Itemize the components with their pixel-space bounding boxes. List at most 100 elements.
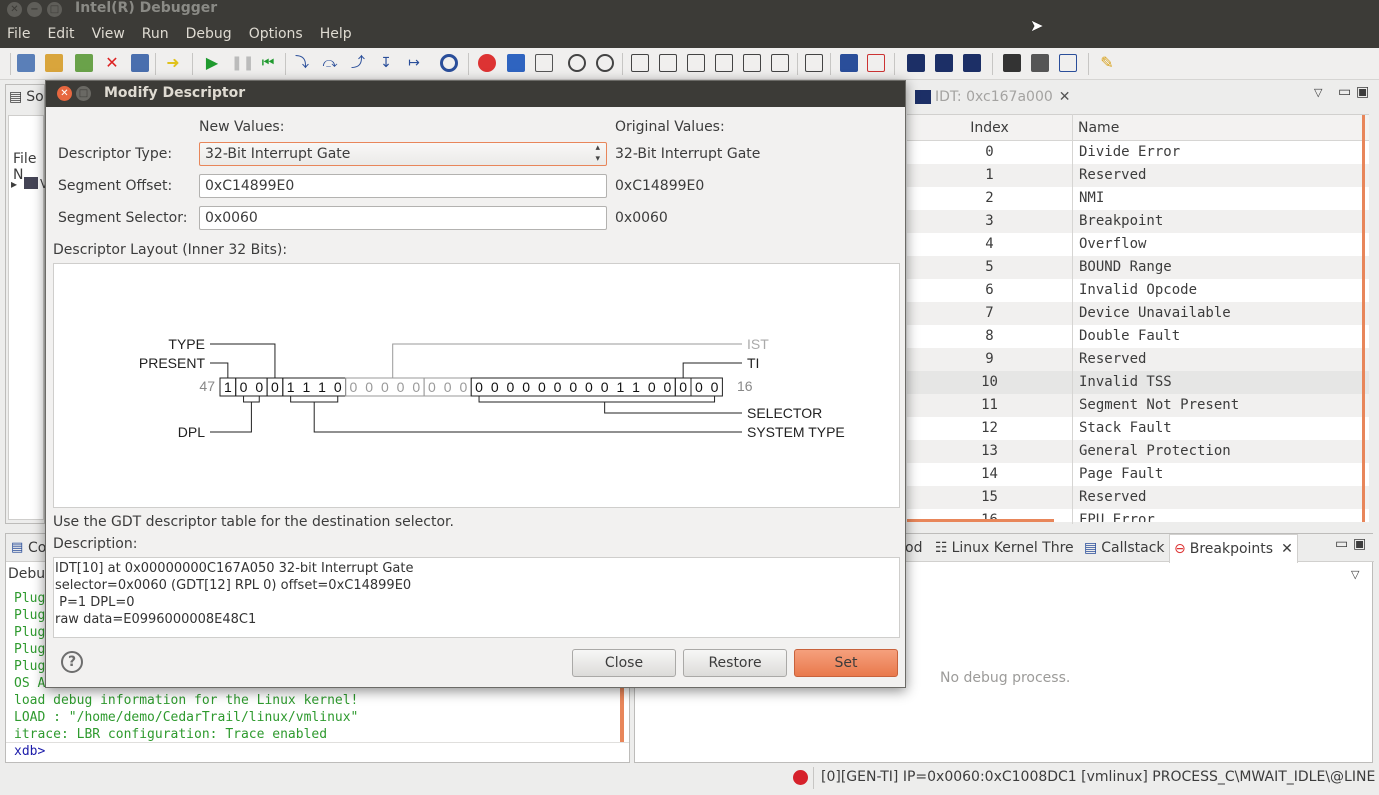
bit-value[interactable]: 1 (224, 379, 232, 395)
bit-value[interactable]: 0 (664, 379, 672, 395)
restore-button[interactable]: Restore (683, 649, 787, 677)
menu-debug[interactable]: Debug (186, 26, 232, 42)
table-row[interactable]: 15 Reserved (907, 486, 1369, 509)
close-button[interactable]: Close (572, 649, 676, 677)
table-row[interactable]: 1 Reserved (907, 164, 1369, 187)
bit-value[interactable]: 0 (365, 379, 373, 395)
help-icon[interactable]: ? (61, 651, 83, 673)
close-tab-icon[interactable]: ✕ (1281, 541, 1293, 557)
wand-icon[interactable]: ✎ (1098, 54, 1116, 72)
table-row[interactable]: 14 Page Fault (907, 463, 1369, 486)
bit-value[interactable]: 0 (475, 379, 483, 395)
bit-value[interactable]: 0 (397, 379, 405, 395)
arrow-right-icon[interactable]: ➜ (164, 54, 182, 72)
step-instruction-icon[interactable]: ↧ (377, 54, 395, 72)
step-into-icon[interactable]: ⤵ (293, 54, 311, 72)
view-menu-icon[interactable]: ▽ (1314, 86, 1322, 99)
window-icon[interactable] (131, 54, 149, 72)
inspect-icon[interactable] (1059, 54, 1077, 72)
breakpoint-remove-icon[interactable] (478, 54, 496, 72)
bit-value[interactable]: 0 (711, 379, 719, 395)
step-line-icon[interactable]: ↦ (405, 54, 423, 72)
bit-value[interactable]: 1 (632, 379, 640, 395)
table-row[interactable]: 12 Stack Fault (907, 417, 1369, 440)
bit-value[interactable]: 1 (287, 379, 295, 395)
bit-value[interactable]: 0 (412, 379, 420, 395)
bit-value[interactable]: 1 (616, 379, 624, 395)
bit-value[interactable]: 1 (302, 379, 310, 395)
bit-value[interactable]: 0 (538, 379, 546, 395)
bit-value[interactable]: 0 (428, 379, 436, 395)
maximize-window-icon[interactable]: □ (47, 2, 62, 17)
memory-icon[interactable] (507, 54, 525, 72)
bit-value[interactable]: 0 (255, 379, 263, 395)
description-textarea[interactable]: IDT[10] at 0x00000000C167A050 32-bit Int… (53, 557, 900, 638)
bit-value[interactable]: 0 (522, 379, 530, 395)
minimize-view-icon[interactable]: ▭ (1338, 84, 1351, 100)
table-row[interactable]: 8 Double Fault (907, 325, 1369, 348)
register-view-2-icon[interactable] (659, 54, 677, 72)
bit-value[interactable]: 0 (585, 379, 593, 395)
menu-help[interactable]: Help (320, 26, 352, 42)
run-icon[interactable]: ▶ (203, 54, 221, 72)
bit-value[interactable]: 0 (444, 379, 452, 395)
view-menu-icon[interactable]: ▽ (1351, 568, 1359, 581)
maximize-view-icon[interactable]: ▣ (1356, 84, 1369, 100)
menu-run[interactable]: Run (142, 26, 169, 42)
register-view-icon[interactable] (631, 54, 649, 72)
bit-value[interactable]: 0 (648, 379, 656, 395)
search-icon[interactable] (568, 54, 586, 72)
source-tab-label[interactable]: So (26, 89, 43, 105)
menu-view[interactable]: View (92, 26, 125, 42)
reload-icon[interactable] (75, 54, 93, 72)
check-icon[interactable] (535, 54, 553, 72)
register-view-5-icon[interactable] (743, 54, 761, 72)
dialog-maximize-icon[interactable]: □ (76, 86, 91, 101)
bit-value[interactable]: 0 (491, 379, 499, 395)
bit-value[interactable]: 0 (240, 379, 248, 395)
maximize-view-icon[interactable]: ▣ (1353, 536, 1366, 552)
table-row[interactable]: 10 Invalid TSS (907, 371, 1369, 394)
page-table-icon[interactable] (1003, 54, 1021, 72)
dialog-close-icon[interactable]: ✕ (57, 86, 72, 101)
menu-file[interactable]: File (7, 26, 30, 42)
scrollbar[interactable] (1362, 115, 1365, 522)
bit-value[interactable]: 0 (601, 379, 609, 395)
bit-value[interactable]: 0 (569, 379, 577, 395)
table-row[interactable]: 6 Invalid Opcode (907, 279, 1369, 302)
set-button[interactable]: Set (794, 649, 898, 677)
console-tab-label[interactable]: Co (28, 540, 46, 556)
idt-icon[interactable] (935, 54, 953, 72)
search-memory-icon[interactable] (596, 54, 614, 72)
column-header-index[interactable]: Index (907, 115, 1072, 141)
table-row[interactable]: 11 Segment Not Present (907, 394, 1369, 417)
close-tab-icon[interactable]: ✕ (1059, 89, 1071, 105)
tree-expand-icon[interactable]: ▸ (11, 177, 17, 191)
bit-value[interactable]: 0 (350, 379, 358, 395)
console-scrollbar[interactable] (620, 684, 624, 742)
table-row[interactable]: 13 General Protection (907, 440, 1369, 463)
tab-callstack[interactable]: ▤ Callstack (1080, 534, 1169, 562)
ldt-icon[interactable] (963, 54, 981, 72)
close-window-icon[interactable]: ✕ (7, 2, 22, 17)
segment-offset-input[interactable]: 0xC14899E0 (199, 174, 607, 198)
register-view-4-icon[interactable] (715, 54, 733, 72)
step-over-icon[interactable]: ⤼ (321, 54, 339, 72)
export-icon[interactable] (805, 54, 823, 72)
table-row[interactable]: 4 Overflow (907, 233, 1369, 256)
column-header-name[interactable]: Name (1073, 115, 1369, 141)
horizontal-scrollbar[interactable] (907, 519, 1054, 522)
tree-icon[interactable] (771, 54, 789, 72)
bit-value[interactable]: 0 (334, 379, 342, 395)
console-prompt[interactable]: xdb> (14, 744, 45, 759)
menu-options[interactable]: Options (249, 26, 303, 42)
segment-selector-input[interactable]: 0x0060 (199, 206, 607, 230)
table-row[interactable]: 3 Breakpoint (907, 210, 1369, 233)
chart-icon[interactable] (867, 54, 885, 72)
grid-icon[interactable] (1031, 54, 1049, 72)
step-out-icon[interactable]: ⤴ (349, 54, 367, 72)
tab-breakpoints[interactable]: ⊖ Breakpoints ✕ (1169, 534, 1298, 563)
bit-value[interactable]: 0 (271, 379, 279, 395)
table-row[interactable]: 9 Reserved (907, 348, 1369, 371)
bit-value[interactable]: 0 (695, 379, 703, 395)
